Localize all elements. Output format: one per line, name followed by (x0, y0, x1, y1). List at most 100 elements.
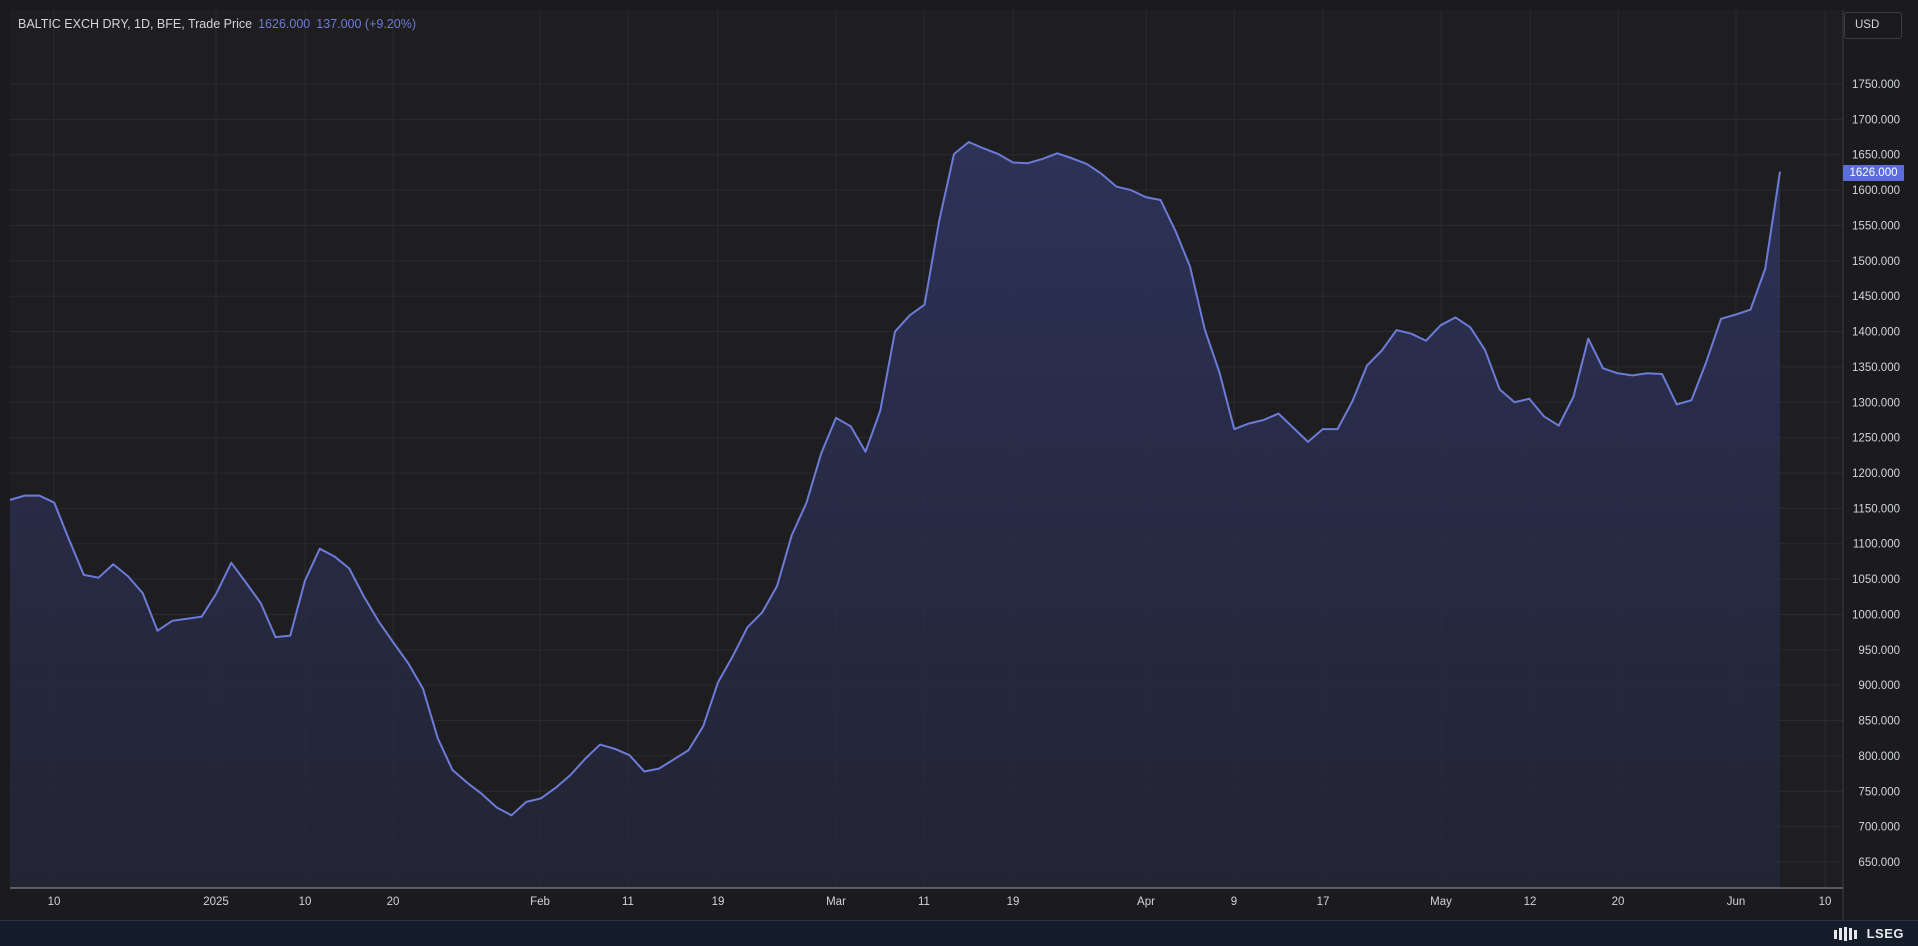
data-point[interactable] (155, 628, 161, 634)
data-point[interactable] (1467, 324, 1473, 330)
data-point[interactable] (877, 408, 883, 414)
data-point[interactable] (287, 633, 293, 639)
currency-button[interactable]: USD (1844, 12, 1902, 39)
data-point[interactable] (951, 151, 957, 157)
data-point[interactable] (1084, 161, 1090, 167)
data-point[interactable] (523, 799, 529, 805)
data-point[interactable] (553, 785, 559, 791)
data-point[interactable] (922, 302, 928, 308)
data-point[interactable] (1010, 160, 1016, 166)
data-point[interactable] (199, 614, 205, 620)
data-point[interactable] (1158, 197, 1164, 203)
data-point[interactable] (627, 752, 633, 758)
data-point[interactable] (833, 415, 839, 421)
data-point[interactable] (1630, 372, 1636, 378)
data-point[interactable] (273, 634, 279, 640)
data-point[interactable] (1777, 169, 1783, 175)
data-point[interactable] (450, 767, 456, 773)
data-point[interactable] (1600, 365, 1606, 371)
data-point[interactable] (1659, 371, 1665, 377)
data-point[interactable] (1748, 307, 1754, 313)
data-point[interactable] (110, 561, 116, 567)
data-point[interactable] (1246, 420, 1252, 426)
data-point[interactable] (391, 640, 397, 646)
data-point[interactable] (686, 747, 692, 753)
data-point[interactable] (125, 573, 131, 579)
data-point[interactable] (715, 679, 721, 685)
data-point[interactable] (1054, 150, 1060, 156)
data-point[interactable] (863, 449, 869, 455)
data-point[interactable] (1349, 399, 1355, 405)
data-point[interactable] (1526, 396, 1532, 402)
data-point[interactable] (1585, 336, 1591, 342)
data-point[interactable] (936, 218, 942, 224)
data-point[interactable] (22, 493, 28, 499)
data-point[interactable] (1040, 156, 1046, 162)
data-point[interactable] (1364, 362, 1370, 368)
data-point[interactable] (1556, 423, 1562, 429)
chart-legend[interactable]: BALTIC EXCH DRY, 1D, BFE, Trade Price 162… (18, 17, 416, 31)
data-point[interactable] (995, 151, 1001, 157)
data-point[interactable] (759, 609, 765, 615)
data-point[interactable] (1276, 411, 1282, 417)
data-point[interactable] (1408, 331, 1414, 337)
data-point[interactable] (346, 565, 352, 571)
data-point[interactable] (1231, 426, 1237, 432)
data-point[interactable] (892, 329, 898, 335)
data-point[interactable] (1290, 425, 1296, 431)
data-point[interactable] (568, 772, 574, 778)
data-point[interactable] (1674, 401, 1680, 407)
data-point[interactable] (258, 600, 264, 606)
data-point[interactable] (656, 766, 662, 772)
data-point[interactable] (302, 578, 308, 584)
data-point[interactable] (848, 423, 854, 429)
data-point[interactable] (1394, 327, 1400, 333)
data-point[interactable] (405, 660, 411, 666)
data-point[interactable] (1497, 387, 1503, 393)
data-point[interactable] (1423, 338, 1429, 344)
data-point[interactable] (332, 553, 338, 559)
data-point[interactable] (140, 590, 146, 596)
data-point[interactable] (774, 583, 780, 589)
data-point[interactable] (1143, 194, 1149, 200)
data-point[interactable] (1733, 312, 1739, 318)
data-point[interactable] (538, 795, 544, 801)
data-point[interactable] (1335, 426, 1341, 432)
data-point[interactable] (1689, 397, 1695, 403)
data-point[interactable] (376, 619, 382, 625)
data-point[interactable] (1379, 348, 1385, 354)
data-point[interactable] (745, 624, 751, 630)
data-point[interactable] (671, 756, 677, 762)
data-point[interactable] (1172, 227, 1178, 233)
data-point[interactable] (184, 616, 190, 622)
data-point[interactable] (1025, 160, 1031, 166)
data-point[interactable] (1703, 359, 1709, 365)
data-point[interactable] (81, 572, 87, 578)
data-point[interactable] (597, 742, 603, 748)
data-point[interactable] (818, 450, 824, 456)
data-point[interactable] (1762, 266, 1768, 272)
data-point[interactable] (1644, 370, 1650, 376)
data-point[interactable] (1261, 417, 1267, 423)
data-point[interactable] (435, 735, 441, 741)
data-point[interactable] (494, 805, 500, 811)
data-point[interactable] (243, 580, 249, 586)
data-point[interactable] (582, 756, 588, 762)
data-point[interactable] (700, 723, 706, 729)
data-point[interactable] (37, 493, 43, 499)
data-point[interactable] (51, 500, 57, 506)
data-point[interactable] (361, 594, 367, 600)
data-point[interactable] (612, 746, 618, 752)
data-point[interactable] (966, 139, 972, 145)
data-point[interactable] (730, 653, 736, 659)
data-point[interactable] (641, 768, 647, 774)
data-point[interactable] (1217, 370, 1223, 376)
data-point[interactable] (479, 791, 485, 797)
data-point[interactable] (1305, 439, 1311, 445)
data-point[interactable] (228, 560, 234, 566)
data-point[interactable] (1128, 187, 1134, 193)
data-point[interactable] (1615, 370, 1621, 376)
data-point[interactable] (420, 686, 426, 692)
data-point[interactable] (804, 500, 810, 506)
data-point[interactable] (317, 546, 323, 552)
